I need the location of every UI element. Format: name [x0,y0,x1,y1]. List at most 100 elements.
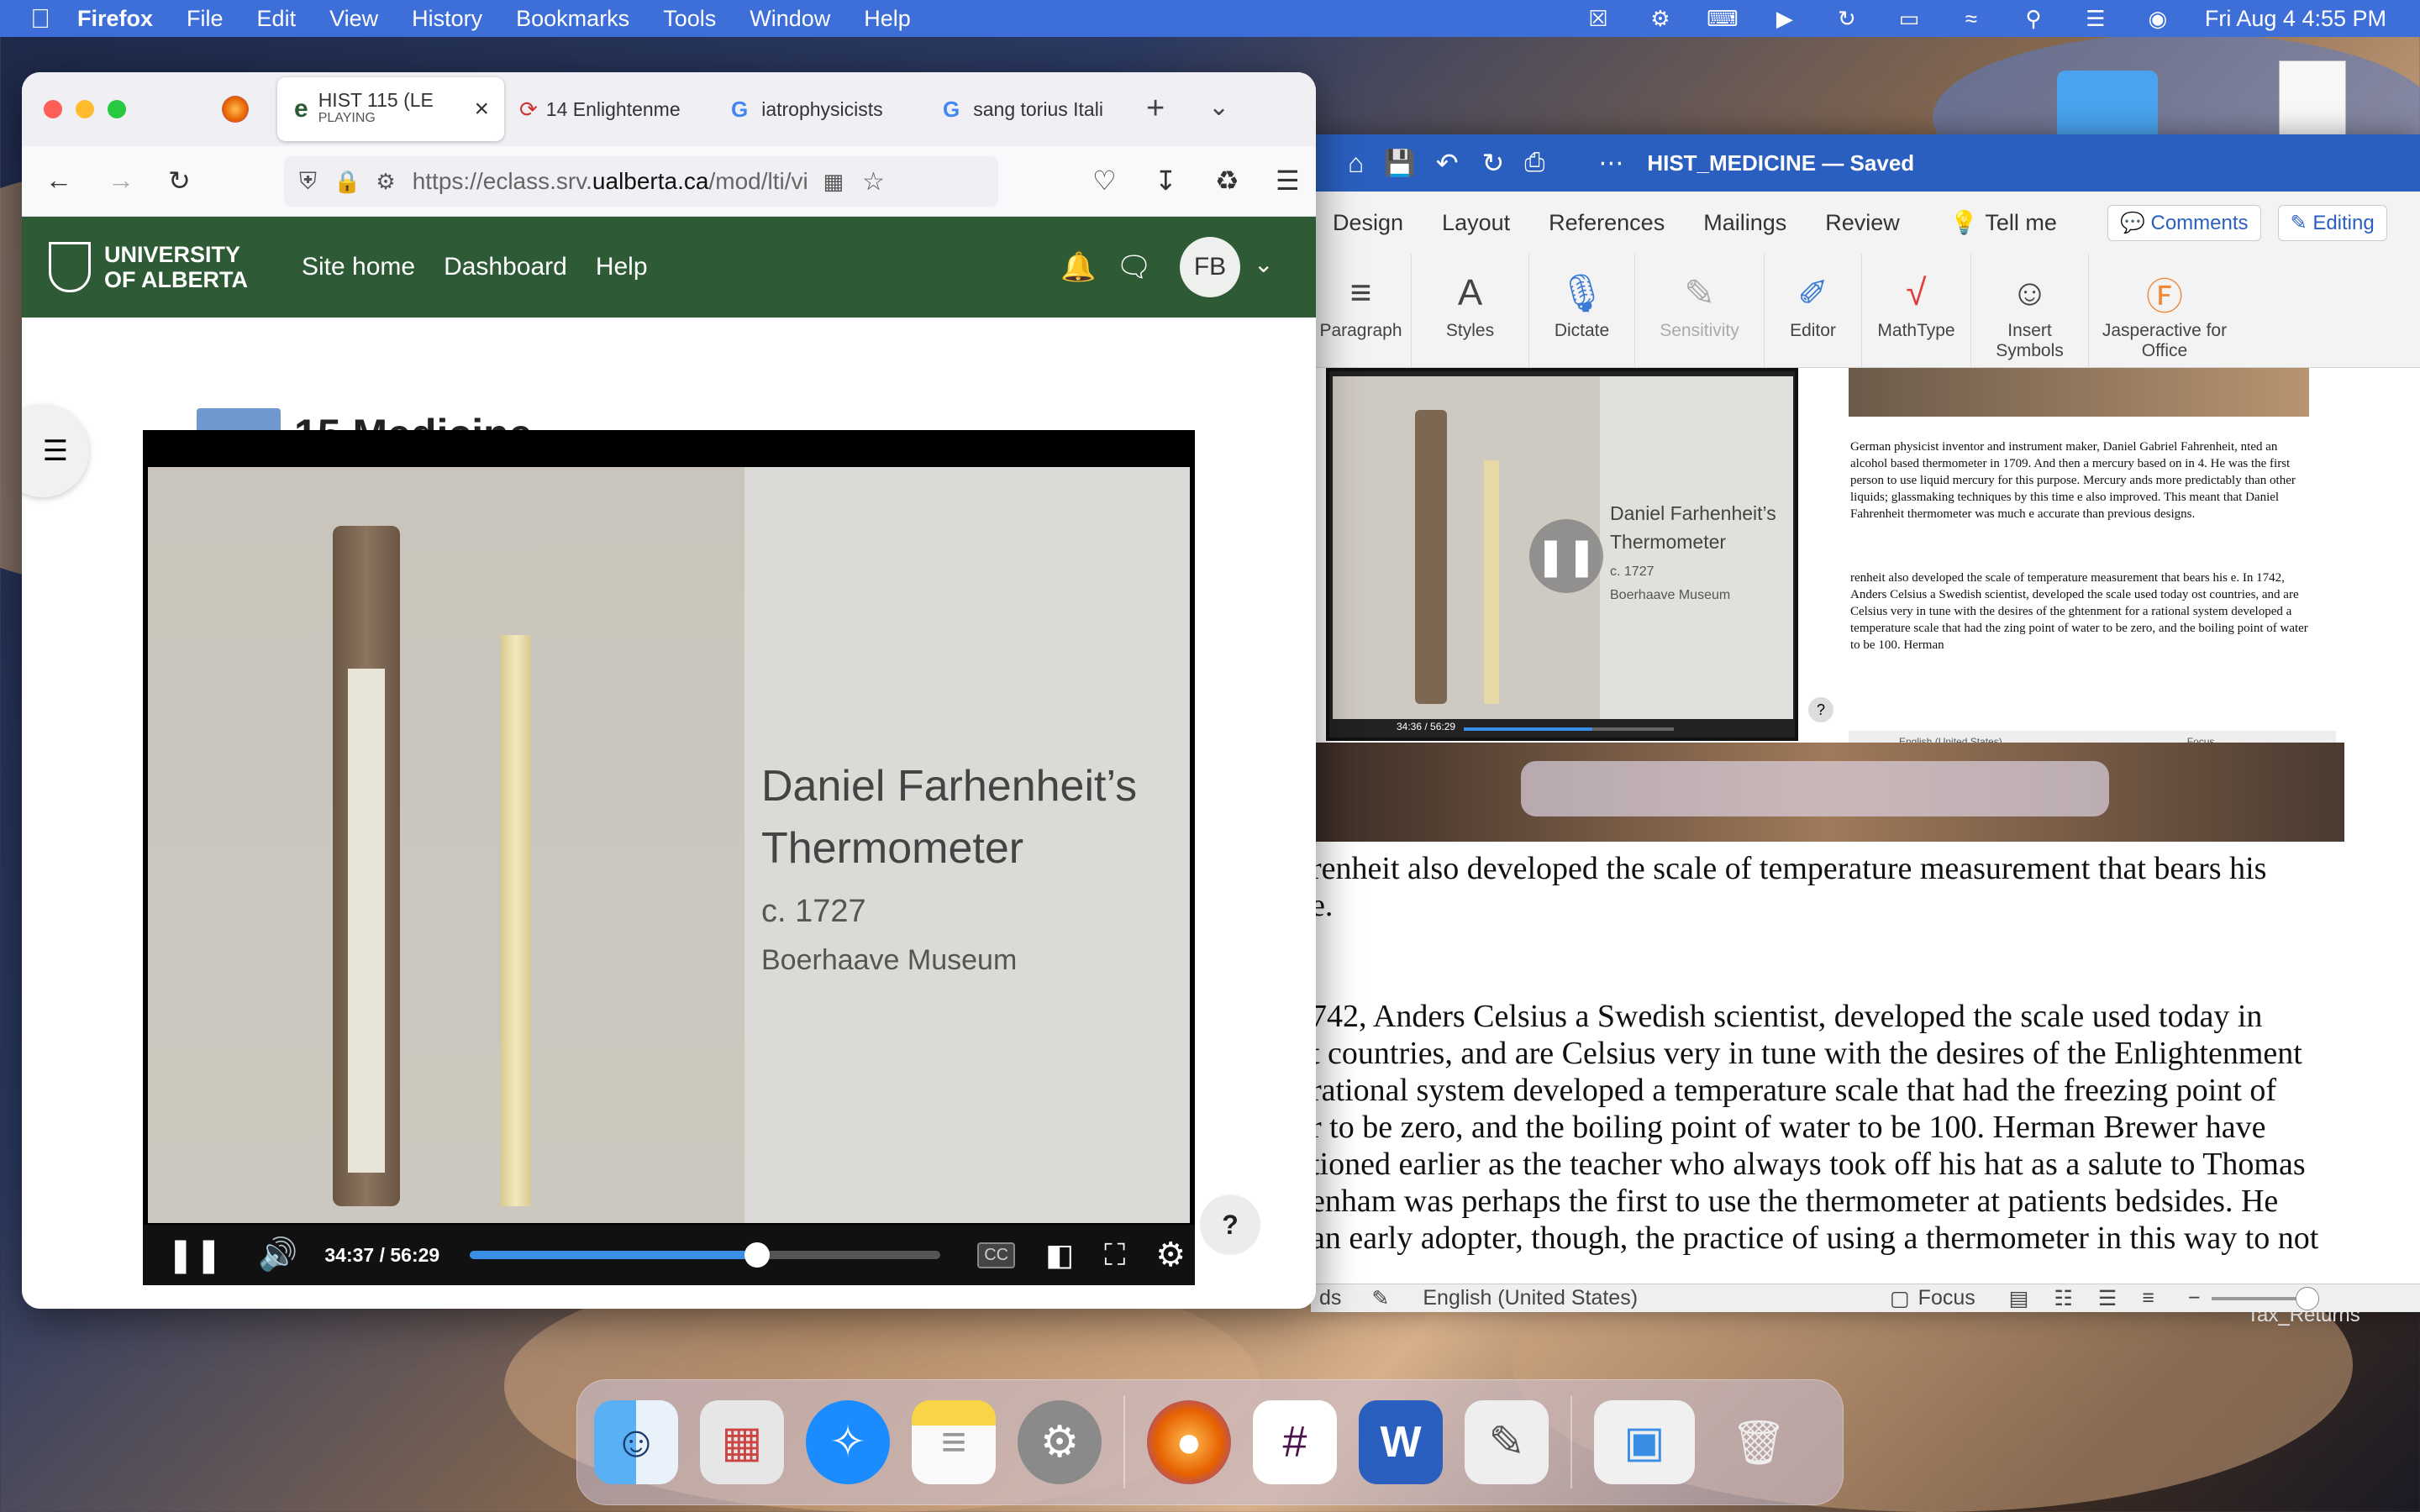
video-player[interactable]: Daniel Farhenheit’s Thermometer c. 1727 … [143,430,1195,1285]
finder-icon[interactable]: ☺ [594,1400,678,1484]
print-icon[interactable]: ⎙ [1524,149,1544,177]
bell-icon[interactable]: 🔔 [1060,250,1096,284]
pocket-icon[interactable]: ♡ [1092,165,1117,197]
web-layout-icon[interactable]: ☷ [2054,1286,2072,1311]
permissions-icon[interactable]: ⚙ [376,169,395,195]
doc-body[interactable]: renheit also developed the scale of temp… [1311,850,2412,1257]
university-logo[interactable]: UNIVERSITY OF ALBERTA [49,242,248,292]
menu-icon[interactable]: ☰ [1276,165,1300,197]
zoom-thumb[interactable] [2296,1286,2320,1310]
word-document[interactable]: ❚❚ Daniel Farhenheit’s Thermometer c. 17… [1311,368,2420,1284]
back-icon[interactable]: ← [45,165,72,196]
menu-bookmarks[interactable]: Bookmarks [516,6,629,32]
undo-icon[interactable]: ↶ [1436,147,1459,179]
downloads-icon[interactable]: ↧ [1155,165,1177,197]
tab-sangtorius[interactable]: G sang torius Itali [943,77,1136,141]
menu-window[interactable]: Window [750,6,830,32]
new-tab-icon[interactable]: + [1146,91,1165,127]
spotlight-icon[interactable]: ⚲ [2018,6,2049,31]
redo-icon[interactable]: ↻ [1482,147,1505,179]
pip-icon[interactable]: ▦ [823,169,844,195]
proofing-icon[interactable]: ✎ [1371,1286,1389,1311]
safari-icon[interactable]: ✧ [806,1400,890,1484]
comments-button[interactable]: 💬 Comments [2107,204,2261,241]
menu-edit[interactable]: Edit [257,6,297,32]
video-off-icon[interactable]: ☒ [1583,6,1613,31]
tab-references[interactable]: References [1549,210,1665,236]
tab-iatrophysicists[interactable]: G iatrophysicists [731,77,924,141]
menu-help[interactable]: Help [864,6,911,32]
system-settings-icon[interactable]: ⚙ [1018,1400,1102,1484]
siri-icon[interactable]: ◉ [2143,6,2173,31]
chat-icon[interactable]: 🗨 [1116,250,1152,284]
status-focus[interactable]: Focus [1918,1286,1975,1310]
tab-design[interactable]: Design [1333,210,1403,236]
home-icon[interactable]: ⌂ [1348,148,1364,179]
recent-window-icon[interactable]: ▣ [1594,1400,1695,1484]
ribbon-editor[interactable]: ✐ Editor [1765,254,1862,368]
draft-icon[interactable]: ≡ [2142,1286,2154,1310]
course-index-toggle[interactable]: ☰ [22,405,89,497]
zoom-out-icon[interactable]: − [2188,1286,2201,1310]
trash-icon[interactable]: 🗑 [1717,1400,1801,1484]
status-words[interactable]: ds [1319,1286,1341,1310]
notes-icon[interactable]: ≡ [912,1400,996,1484]
shield-icon[interactable]: ⛨ [299,168,317,196]
apple-icon[interactable]:  [30,3,50,34]
tab-mailings[interactable]: Mailings [1703,210,1786,236]
forward-icon[interactable]: → [108,165,134,196]
ribbon-sensitivity[interactable]: ✎ Sensitivity [1635,254,1765,368]
fullscreen-icon[interactable]: ⛶ [1104,1237,1125,1273]
lock-icon[interactable]: 🔒 [334,169,360,195]
video-frame[interactable]: Daniel Farhenheit’s Thermometer c. 1727 … [148,467,1190,1223]
slack-icon[interactable]: # [1253,1400,1337,1484]
zoom-slider[interactable] [2212,1286,2320,1310]
zoom-window-button[interactable] [108,100,126,118]
ribbon-paragraph[interactable]: ≡ Paragraph [1311,254,1412,368]
tab-enlightenment[interactable]: ⟳ 14 Enlightenme [519,77,713,141]
avatar[interactable]: FB [1180,237,1240,297]
menubar-clock[interactable]: Fri Aug 4 4:55 PM [2205,6,2386,32]
menu-app-name[interactable]: Firefox [77,6,153,32]
nav-help[interactable]: Help [596,253,648,281]
word-icon[interactable]: W [1359,1400,1443,1484]
time-machine-icon[interactable]: ↻ [1832,6,1862,31]
url-bar[interactable]: ⛨ 🔒 ⚙ https://eclass.srv. ualberta.ca /m… [284,156,998,207]
control-center-icon[interactable]: ☰ [2081,6,2111,31]
focus-icon[interactable]: ▢ [1890,1286,1910,1311]
pip-toggle-icon[interactable]: ◧ [1045,1237,1074,1273]
status-language[interactable]: English (United States) [1423,1286,1638,1310]
desktop-file-icon[interactable] [2279,60,2346,144]
save-icon[interactable]: 💾 [1384,149,1415,178]
nav-site-home[interactable]: Site home [302,253,415,281]
keyboard-icon[interactable]: ⌨ [1707,6,1739,31]
editing-button[interactable]: ✎ Editing [2277,204,2387,241]
ribbon-jasperactive[interactable]: Ⓕ Jasperactive for Office [2089,254,2240,368]
menu-file[interactable]: File [187,6,224,32]
video-progress-thumb[interactable] [744,1242,770,1268]
extensions-icon[interactable]: ♻ [1215,165,1239,197]
user-menu-chevron-icon[interactable]: ⌄ [1254,250,1273,278]
menu-tools[interactable]: Tools [663,6,716,32]
tab-layout[interactable]: Layout [1442,210,1510,236]
tab-hist115[interactable]: e HIST 115 (LE PLAYING × [277,77,504,141]
ribbon-insert-symbols[interactable]: ☺ Insert Symbols [1971,254,2089,368]
outline-icon[interactable]: ☰ [2098,1286,2117,1311]
reload-icon[interactable]: ↻ [168,165,191,197]
close-window-button[interactable] [44,100,62,118]
nav-dashboard[interactable]: Dashboard [444,253,567,281]
ribbon-styles[interactable]: A Styles [1412,254,1529,368]
ribbon-mathtype[interactable]: √ MathType [1862,254,1971,368]
tab-close-icon[interactable]: × [474,95,489,123]
tell-me[interactable]: Tell me [1985,210,2057,236]
menu-history[interactable]: History [412,6,482,32]
cc-button[interactable]: CC [977,1242,1016,1268]
tools-icon[interactable]: ⚙ [1645,6,1676,31]
script-editor-icon[interactable]: ✎ [1465,1400,1549,1484]
firefox-view-icon[interactable] [222,96,249,123]
more-icon[interactable]: ⋯ [1598,149,1623,178]
menu-view[interactable]: View [329,6,378,32]
video-progress-bar[interactable] [470,1242,941,1268]
print-layout-icon[interactable]: ▤ [2009,1286,2029,1311]
play-status-icon[interactable]: ▶ [1770,6,1800,31]
